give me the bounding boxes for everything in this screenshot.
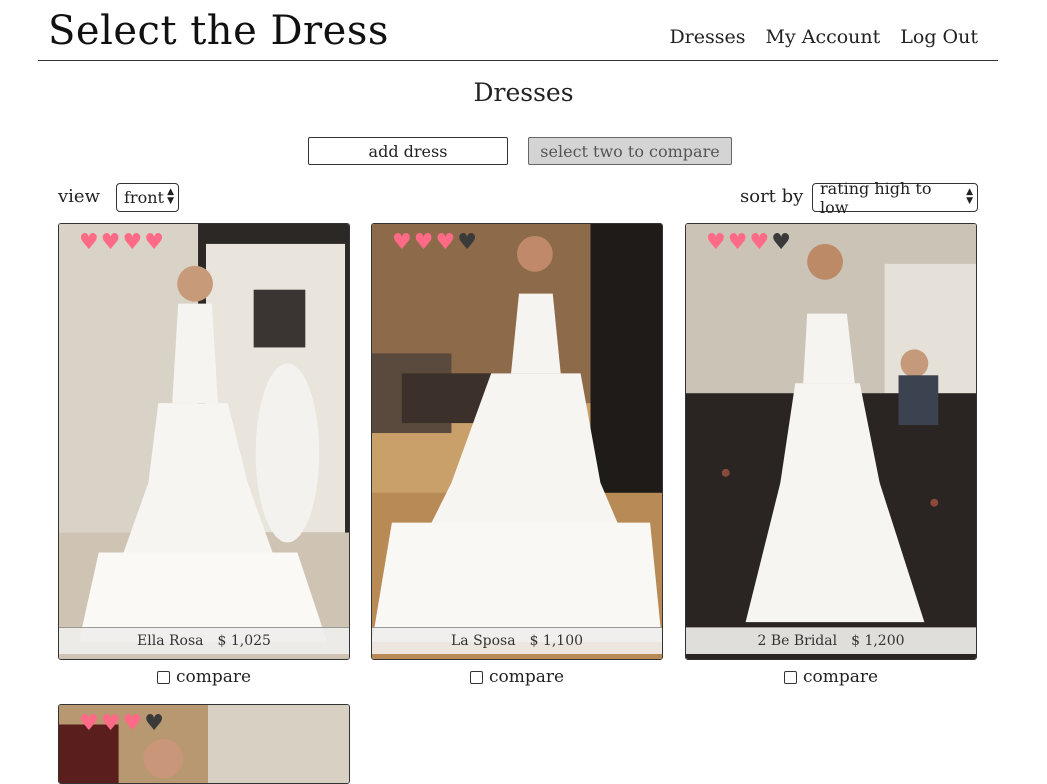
heart-filled-icon[interactable]: ♥ <box>706 232 726 254</box>
compare-checkbox-row[interactable]: compare <box>371 667 663 687</box>
sort-select-value: rating high to low <box>820 178 932 217</box>
heart-filled-icon[interactable]: ♥ <box>122 713 142 735</box>
dress-card[interactable]: ♥ ♥ ♥ ♥ 2 Be Bridal $ 1,200 <box>685 223 977 660</box>
rating-hearts: ♥ ♥ ♥ ♥ <box>79 713 164 735</box>
compare-button[interactable]: select two to compare <box>528 137 732 165</box>
sort-label: sort by <box>740 186 804 207</box>
dress-photo <box>686 224 976 659</box>
page-title: Dresses <box>473 78 574 107</box>
dress-caption: 2 Be Bridal $ 1,200 <box>686 627 976 654</box>
compare-checkbox[interactable] <box>783 670 797 684</box>
rating-hearts: ♥ ♥ ♥ ♥ <box>392 232 477 254</box>
compare-checkbox[interactable] <box>469 670 483 684</box>
dress-price: $ 1,200 <box>851 633 905 649</box>
compare-checkbox-row[interactable]: compare <box>58 667 350 687</box>
heart-filled-icon[interactable]: ♥ <box>728 232 748 254</box>
heart-filled-icon[interactable]: ♥ <box>414 232 434 254</box>
dress-card[interactable]: ♥ ♥ ♥ ♥ <box>58 704 350 784</box>
site-title[interactable]: Select the Dress <box>48 8 389 54</box>
dress-caption: Ella Rosa $ 1,025 <box>59 627 349 654</box>
dress-card[interactable]: ♥ ♥ ♥ ♥ La Sposa $ 1,100 <box>371 223 663 660</box>
sort-select[interactable]: rating high to low ▲ ▼ <box>812 179 978 217</box>
compare-label: compare <box>175 667 252 687</box>
select-arrows-icon: ▲ ▼ <box>167 187 174 206</box>
dress-designer: 2 Be Bridal <box>757 633 838 649</box>
rating-hearts: ♥ ♥ ♥ ♥ <box>706 232 791 254</box>
select-arrows-icon: ▲ ▼ <box>966 187 973 206</box>
nav-my-account[interactable]: My Account <box>766 26 881 48</box>
heart-filled-icon[interactable]: ♥ <box>435 232 455 254</box>
heart-filled-icon[interactable]: ♥ <box>144 232 164 254</box>
dress-card[interactable]: ♥ ♥ ♥ ♥ Ella Rosa $ 1,025 <box>58 223 350 660</box>
dress-price: $ 1,025 <box>217 633 271 649</box>
dress-price: $ 1,100 <box>529 633 584 649</box>
heart-filled-icon[interactable]: ♥ <box>749 232 769 254</box>
main-nav: Dresses My Account Log Out <box>669 26 978 48</box>
dress-photo <box>372 224 662 659</box>
compare-label: compare <box>802 667 879 687</box>
dress-photo <box>59 224 349 659</box>
view-select-value: front <box>124 188 164 207</box>
nav-log-out[interactable]: Log Out <box>900 26 978 48</box>
heart-empty-icon[interactable]: ♥ <box>144 713 164 735</box>
view-label: view <box>58 186 100 207</box>
heart-filled-icon[interactable]: ♥ <box>101 232 121 254</box>
dress-designer: Ella Rosa <box>137 633 204 649</box>
dress-designer: La Sposa <box>450 633 516 649</box>
rating-hearts: ♥ ♥ ♥ ♥ <box>79 232 164 254</box>
compare-label: compare <box>488 667 565 687</box>
heart-filled-icon[interactable]: ♥ <box>101 713 121 735</box>
compare-checkbox-row[interactable]: compare <box>685 667 977 687</box>
heart-filled-icon[interactable]: ♥ <box>79 232 99 254</box>
heart-filled-icon[interactable]: ♥ <box>392 232 412 254</box>
dress-caption: La Sposa $ 1,100 <box>372 627 662 654</box>
heart-filled-icon[interactable]: ♥ <box>79 713 99 735</box>
heart-empty-icon[interactable]: ♥ <box>457 232 477 254</box>
add-dress-button[interactable]: add dress <box>308 137 508 165</box>
heart-filled-icon[interactable]: ♥ <box>122 232 142 254</box>
view-select[interactable]: front ▲ ▼ <box>116 183 179 212</box>
nav-dresses[interactable]: Dresses <box>669 26 745 48</box>
compare-checkbox[interactable] <box>156 670 170 684</box>
site-header: Select the Dress Dresses My Account Log … <box>38 0 998 61</box>
heart-empty-icon[interactable]: ♥ <box>771 232 791 254</box>
